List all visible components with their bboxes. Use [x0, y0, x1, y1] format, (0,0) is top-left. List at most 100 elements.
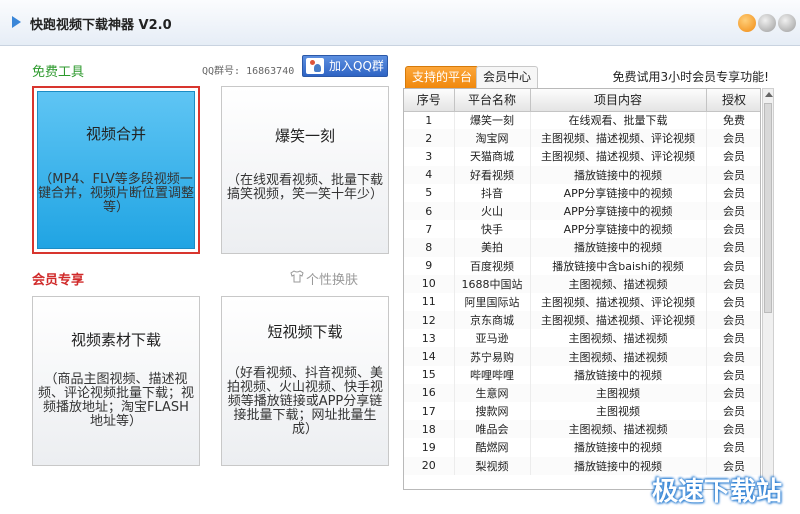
cell-license: 会员	[706, 347, 760, 366]
col-header-index[interactable]: 序号	[404, 89, 455, 112]
table-row[interactable]: 3 天猫商城 主图视频、描述视频、评论视频 会员	[404, 147, 760, 166]
window-title: 快跑视频下载神器 V2.0	[30, 18, 172, 33]
tile-material-download[interactable]: 视频素材下载 （商品主图视频、描述视频、评论视频批量下载；视频播放地址；淘宝FL…	[32, 296, 200, 466]
title-bar: 快跑视频下载神器 V2.0	[0, 0, 800, 46]
menu-button[interactable]	[738, 14, 756, 32]
cell-platform: 1688中国站	[454, 274, 531, 293]
table-row[interactable]: 7 快手 APP分享链接中的视频 会员	[404, 220, 760, 239]
cell-index: 17	[404, 402, 455, 421]
scroll-up-icon[interactable]	[765, 92, 773, 97]
qq-icon	[306, 58, 324, 74]
col-header-content[interactable]: 项目内容	[530, 89, 707, 112]
table-row[interactable]: 14 苏宁易购 主图视频、描述视频 会员	[404, 347, 760, 366]
table-row[interactable]: 12 京东商城 主图视频、描述视频、评论视频 会员	[404, 311, 760, 330]
tile-title: 爆笑一刻	[274, 127, 335, 145]
cell-platform: 天猫商城	[454, 147, 531, 166]
join-qq-button[interactable]: 加入QQ群	[302, 55, 388, 77]
cell-index: 1	[404, 111, 455, 130]
tab-supported-platforms[interactable]: 支持的平台	[405, 66, 480, 88]
cell-index: 14	[404, 347, 455, 366]
table-row[interactable]: 13 亚马逊 主图视频、描述视频 会员	[404, 329, 760, 348]
cell-content: 主图视频、描述视频	[530, 347, 707, 366]
cell-content: 播放链接中的视频	[530, 438, 707, 457]
cell-license: 免费	[706, 111, 760, 130]
cell-content: APP分享链接中的视频	[530, 201, 707, 221]
site-watermark: 极速下载站	[651, 477, 782, 507]
cell-content: 主图视频、描述视频	[530, 329, 707, 348]
cell-index: 5	[404, 183, 455, 202]
tab-member-center[interactable]: 会员中心	[476, 66, 539, 88]
scroll-thumb[interactable]	[764, 103, 772, 313]
tile-title: 视频合并	[85, 125, 146, 143]
cell-license: 会员	[706, 220, 760, 239]
cell-platform: 爆笑一刻	[454, 111, 531, 130]
app-logo-icon	[12, 16, 21, 28]
table-row[interactable]: 9 百度视频 播放链接中含baishi的视频 会员	[404, 256, 760, 275]
cell-content: 主图视频	[530, 383, 707, 402]
table-row[interactable]: 16 生意网 主图视频 会员	[404, 383, 760, 402]
cell-index: 10	[404, 274, 455, 293]
cell-index: 7	[404, 220, 455, 239]
tile-video-merge[interactable]: 视频合并 （MP4、FLV等多段视频一键合并，视频片断位置调整等）	[32, 86, 200, 254]
table-row[interactable]: 1 爆笑一刻 在线观看、批量下载 免费	[404, 111, 760, 130]
cell-content: APP分享链接中的视频	[530, 220, 707, 239]
promo-text: 免费试用3小时会员专享功能!	[612, 70, 769, 84]
cell-content: 播放链接中的视频	[530, 238, 707, 257]
table-row[interactable]: 18 唯品会 主图视频、描述视频 会员	[404, 420, 760, 439]
platform-panel: 支持的平台 会员中心 免费试用3小时会员专享功能! 序号 平台名称 项目内容 授…	[403, 60, 775, 490]
cell-platform: 生意网	[454, 383, 531, 402]
cell-license: 会员	[706, 402, 760, 421]
cell-platform: 哔哩哔哩	[454, 365, 531, 384]
cell-index: 11	[404, 292, 455, 312]
col-header-platform[interactable]: 平台名称	[454, 89, 531, 112]
cell-platform: 亚马逊	[454, 329, 531, 348]
table-row[interactable]: 17 搜款网 主图视频 会员	[404, 402, 760, 421]
table-row[interactable]: 11 阿里国际站 主图视频、描述视频、评论视频 会员	[404, 292, 760, 312]
col-header-license[interactable]: 授权	[706, 89, 760, 112]
cell-index: 3	[404, 147, 455, 166]
cell-license: 会员	[706, 311, 760, 330]
cell-index: 16	[404, 383, 455, 402]
table-row[interactable]: 4 好看视频 播放链接中的视频 会员	[404, 165, 760, 184]
cell-platform: 梨视频	[454, 456, 531, 475]
cell-index: 2	[404, 129, 455, 148]
table-header-row: 序号 平台名称 项目内容 授权	[404, 89, 760, 112]
cell-license: 会员	[706, 292, 760, 312]
cell-platform: 好看视频	[454, 165, 531, 184]
free-tools-label: 免费工具	[32, 65, 85, 80]
cell-license: 会员	[706, 256, 760, 275]
cell-index: 8	[404, 238, 455, 257]
cell-content: 主图视频	[530, 402, 707, 421]
cell-license: 会员	[706, 383, 760, 402]
table-row[interactable]: 6 火山 APP分享链接中的视频 会员	[404, 201, 760, 221]
tile-desc: （好看视频、抖音视频、美拍视频、火山视频、快手视频等播放链接或APP分享链接批量…	[226, 366, 383, 437]
cell-content: 主图视频、描述视频、评论视频	[530, 147, 707, 166]
cell-index: 6	[404, 201, 455, 221]
cell-index: 13	[404, 329, 455, 348]
table-row[interactable]: 19 酷燃网 播放链接中的视频 会员	[404, 438, 760, 457]
table-row[interactable]: 8 美拍 播放链接中的视频 会员	[404, 238, 760, 257]
close-button[interactable]	[778, 14, 796, 32]
tile-desc: （商品主图视频、描述视频、评论视频批量下载；视频播放地址；淘宝FLASH地址等）	[37, 372, 194, 429]
cell-license: 会员	[706, 438, 760, 457]
table-row[interactable]: 10 1688中国站 主图视频、描述视频 会员	[404, 274, 760, 293]
cell-content: 主图视频、描述视频、评论视频	[530, 292, 707, 312]
cell-license: 会员	[706, 420, 760, 439]
tile-funny-moments[interactable]: 爆笑一刻 （在线观看视频、批量下载搞笑视频，笑一笑十年少）	[221, 86, 389, 254]
table-row[interactable]: 15 哔哩哔哩 播放链接中的视频 会员	[404, 365, 760, 384]
tile-short-video-download[interactable]: 短视频下载 （好看视频、抖音视频、美拍视频、火山视频、快手视频等播放链接或APP…	[221, 296, 389, 466]
cell-platform: 阿里国际站	[454, 292, 531, 312]
skin-change-link[interactable]: 个性换肤	[306, 269, 358, 288]
cell-content: 播放链接中的视频	[530, 165, 707, 184]
minimize-button[interactable]	[758, 14, 776, 32]
cell-content: 主图视频、描述视频、评论视频	[530, 311, 707, 330]
cell-platform: 抖音	[454, 183, 531, 202]
table-scrollbar[interactable]	[762, 88, 774, 490]
table-row[interactable]: 2 淘宝网 主图视频、描述视频、评论视频 会员	[404, 129, 760, 148]
cell-license: 会员	[706, 238, 760, 257]
cell-content: 播放链接中含baishi的视频	[530, 256, 707, 275]
cell-license: 会员	[706, 201, 760, 221]
table-row[interactable]: 5 抖音 APP分享链接中的视频 会员	[404, 183, 760, 202]
tile-title: 视频素材下载	[70, 331, 161, 349]
cell-license: 会员	[706, 183, 760, 202]
